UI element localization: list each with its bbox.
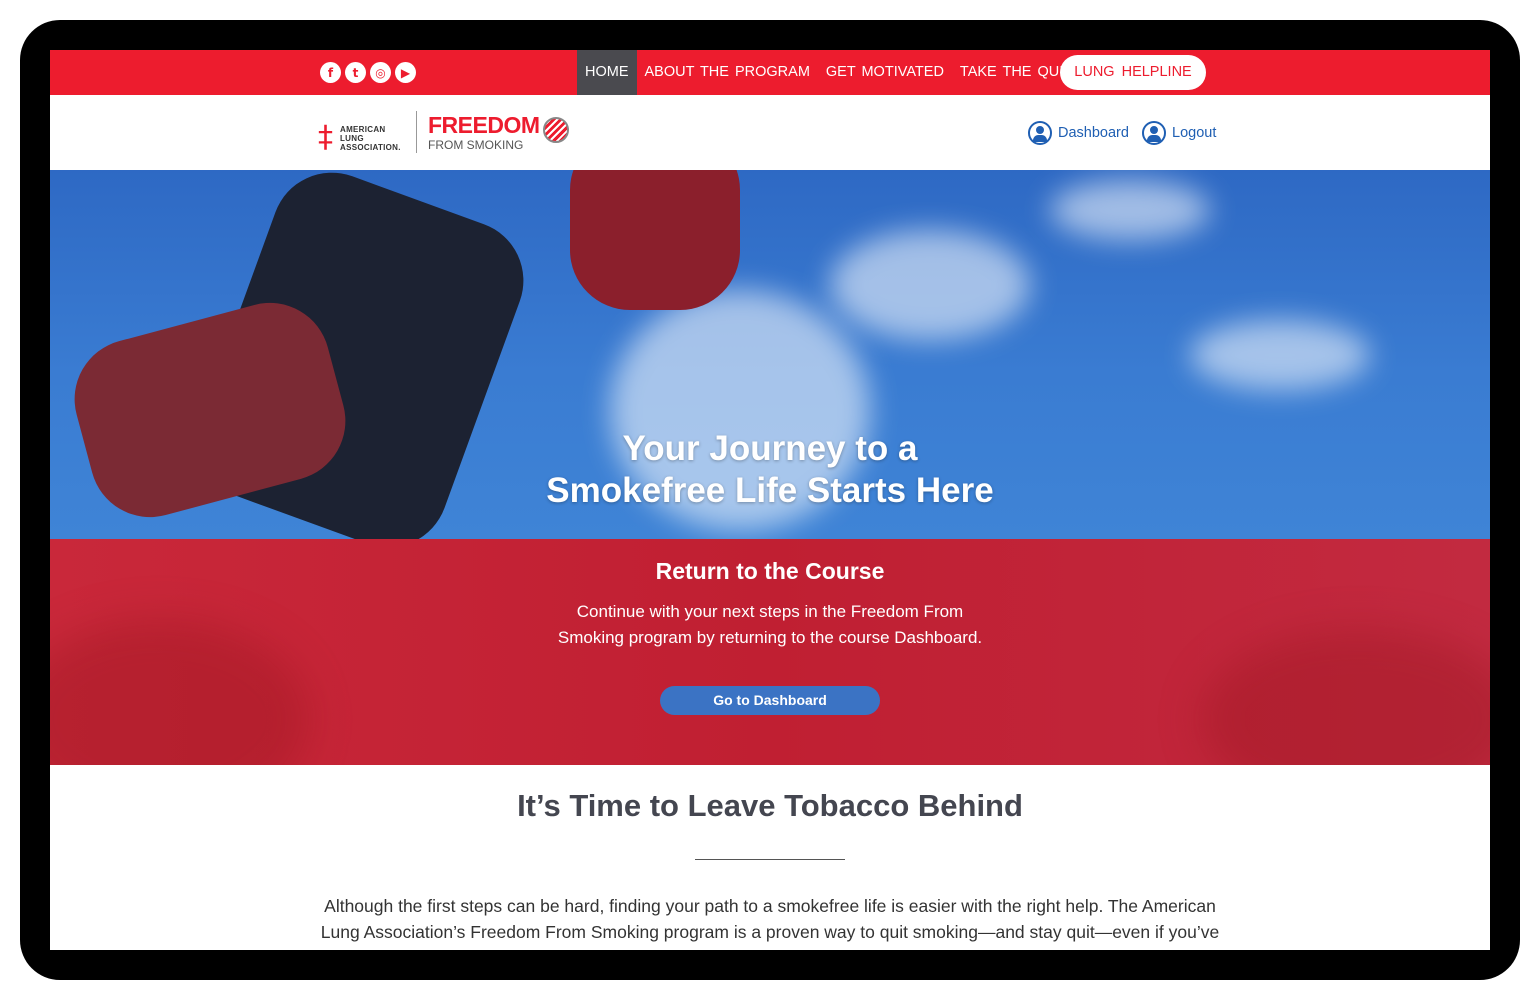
section-divider	[695, 859, 845, 860]
nav-about-program[interactable]: ABOUT THE PROGRAM	[637, 50, 818, 95]
logout-link[interactable]: Logout	[1142, 121, 1216, 145]
lorraine-cross-icon: ‡	[318, 120, 333, 155]
dashboard-link[interactable]: Dashboard	[1028, 121, 1129, 145]
section-title: It’s Time to Leave Tobacco Behind	[517, 788, 1023, 823]
logo-divider	[416, 111, 417, 153]
user-icon	[1142, 121, 1166, 145]
return-course-text: Continue with your next steps in the Fre…	[557, 602, 983, 647]
nav-get-motivated[interactable]: GET MOTIVATED	[818, 50, 952, 95]
cloud-shape	[1190, 320, 1370, 390]
go-to-dashboard-button[interactable]: Go to Dashboard	[660, 686, 880, 715]
user-icon	[1028, 121, 1052, 145]
band-shadow	[50, 619, 310, 765]
band-shadow	[1200, 629, 1490, 765]
freedom-logo-icon	[543, 117, 569, 143]
nav-home[interactable]: HOME	[577, 50, 637, 95]
return-course-title: Return to the Course	[655, 558, 885, 584]
site-header: ‡ AMERICAN LUNG ASSOCIATION. FREEDOM FRO…	[50, 95, 1490, 170]
hero-title: Your Journey to a Smokefree Life Starts …	[546, 429, 994, 510]
instagram-icon[interactable]: ◎	[370, 62, 391, 83]
cloud-shape	[1050, 180, 1210, 240]
main-nav: HOME ABOUT THE PROGRAM GET MOTIVATED TAK…	[577, 50, 1080, 95]
social-links: f t ◎ ▶	[320, 62, 416, 83]
facebook-icon[interactable]: f	[320, 62, 341, 83]
browser-screen: f t ◎ ▶ HOME ABOUT THE PROGRAM GET MOTIV…	[50, 50, 1490, 950]
youtube-icon[interactable]: ▶	[395, 62, 416, 83]
hero-banner: Your Journey to a Smokefree Life Starts …	[50, 170, 1490, 539]
top-nav-bar: f t ◎ ▶ HOME ABOUT THE PROGRAM GET MOTIV…	[50, 50, 1490, 95]
lung-helpline-button[interactable]: LUNG HELPLINE	[1060, 55, 1206, 90]
twitter-icon[interactable]: t	[345, 62, 366, 83]
return-course-band: Return to the Course Continue with your …	[50, 539, 1490, 765]
dashboard-link-label: Dashboard	[1058, 125, 1129, 141]
hiker-jacket	[570, 170, 740, 310]
freedom-logo-subtitle: FROM SMOKING	[428, 138, 524, 152]
logout-link-label: Logout	[1172, 125, 1217, 141]
cloud-shape	[830, 230, 1030, 340]
section-body: Although the first steps can be hard, fi…	[320, 896, 1220, 942]
ala-logo-text[interactable]: AMERICAN LUNG ASSOCIATION.	[340, 125, 401, 152]
freedom-logo-title[interactable]: FREEDOM	[428, 112, 540, 139]
